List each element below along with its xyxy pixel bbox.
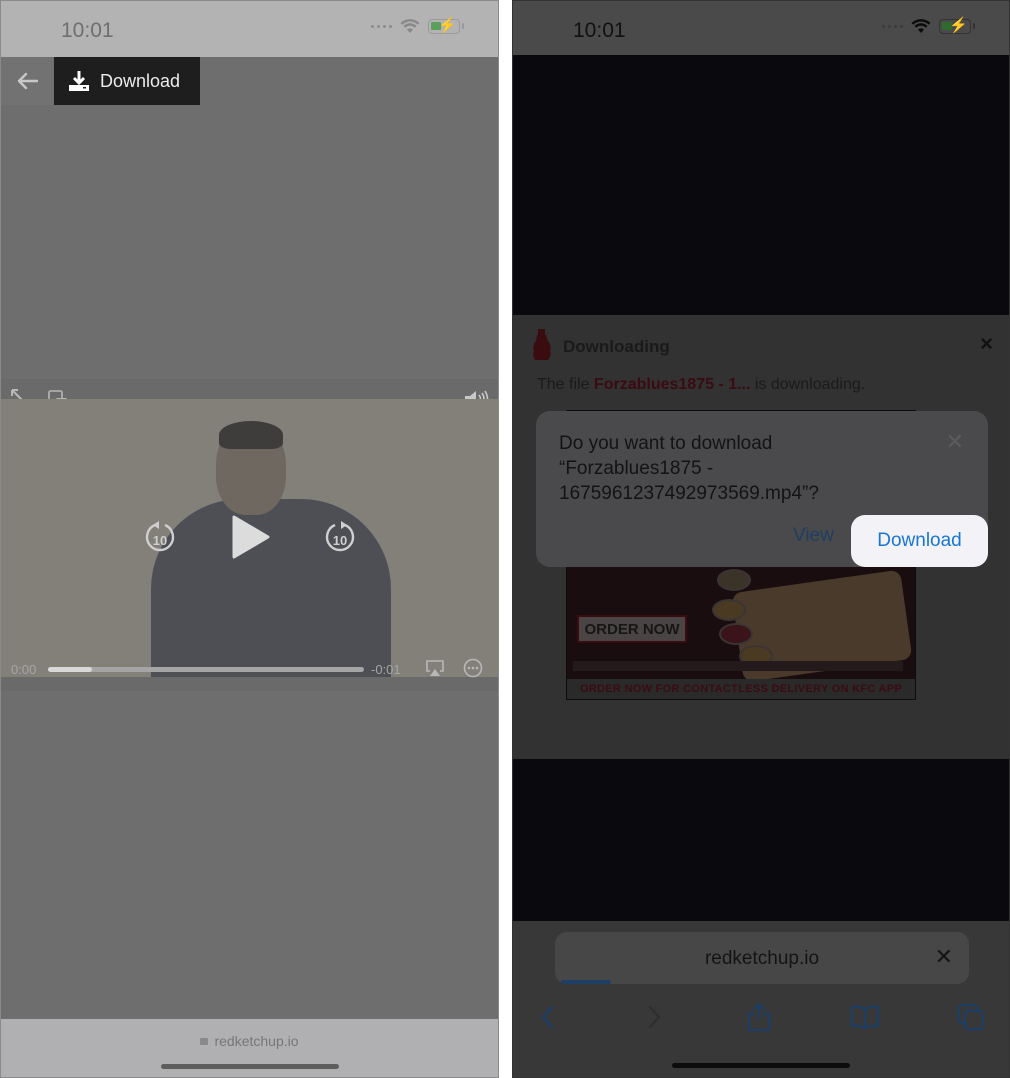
arrow-left-icon (17, 72, 38, 90)
view-button[interactable]: View (793, 525, 834, 547)
wifi-icon (911, 19, 931, 33)
dialog-question-line: “Forzablues1875 - (559, 458, 714, 479)
ad-banner-text: ORDER NOW FOR CONTACTLESS DELIVERY ON KF… (567, 679, 915, 699)
download-tray-icon (69, 71, 89, 91)
safari-address-bar[interactable]: redketchup.io (1, 1019, 498, 1077)
message-filename: Forzablues1875 - 1... (593, 376, 751, 393)
dialog-close-button[interactable]: ✕ (946, 429, 964, 455)
address-url[interactable]: redketchup.io (1, 1033, 498, 1049)
tabs-icon (957, 1003, 985, 1031)
rewind-10-icon: 10 (145, 521, 175, 552)
ketchup-bottle-icon (533, 329, 551, 360)
skip-back-label: 10 (153, 533, 167, 548)
play-icon (232, 515, 270, 559)
status-icons: ⚡ (882, 17, 975, 34)
message-prefix: The file (537, 376, 594, 393)
status-bar: 10:01 ⚡ (513, 1, 1009, 55)
play-button[interactable] (229, 515, 271, 559)
tabs-button[interactable] (953, 999, 989, 1035)
downloading-message: The file Forzablues1875 - 1... is downlo… (537, 376, 865, 394)
airplay-button[interactable] (425, 659, 445, 677)
battery-charging-icon: ⚡ (428, 17, 464, 34)
skip-forward-label: 10 (333, 533, 347, 548)
share-icon (747, 1002, 771, 1032)
address-bar[interactable]: redketchup.io ✕ (555, 932, 969, 984)
page-toolbar: Download (1, 57, 498, 105)
progress-slider[interactable] (48, 667, 364, 672)
status-bar: 10:01 ⚡ (1, 1, 498, 57)
home-indicator[interactable] (672, 1063, 850, 1068)
forward-button[interactable] (637, 999, 673, 1035)
lock-icon (200, 1038, 209, 1045)
url-text[interactable]: redketchup.io (555, 948, 969, 970)
chevron-left-icon (541, 1005, 554, 1029)
downloading-title: Downloading (563, 337, 670, 356)
cellular-signal-icon (371, 25, 392, 28)
more-ellipsis-icon (463, 658, 483, 678)
video-scrubber-row: 0:00 -0:01 (1, 658, 498, 679)
status-icons: ⚡ (371, 17, 464, 34)
download-button[interactable]: Download (54, 57, 200, 105)
ad-disclaimer (573, 661, 903, 671)
right-phone-screen: 10:01 ⚡ Downloading × The file Forzablue… (512, 0, 1010, 1078)
airplay-icon (426, 660, 444, 676)
remaining-time: -0:01 (371, 662, 401, 677)
home-indicator[interactable] (160, 1064, 339, 1069)
page-load-progress (561, 980, 611, 984)
forward-10-icon: 10 (325, 521, 355, 552)
ad-dip-1 (717, 569, 751, 591)
download-button-label: Download (100, 70, 181, 91)
chevron-right-icon (648, 1005, 661, 1029)
more-options-button[interactable] (463, 658, 483, 678)
safari-bottom-toolbar: redketchup.io ✕ (513, 921, 1009, 1077)
download-confirm-dialog: Do you want to download “Forzablues1875 … (536, 411, 988, 567)
elapsed-time: 0:00 (11, 662, 37, 677)
confirm-download-button[interactable]: Download (851, 515, 988, 567)
skip-forward-button[interactable]: 10 (323, 519, 357, 555)
status-time: 10:01 (573, 19, 626, 42)
ad-dip-3 (719, 623, 753, 645)
video-person-hair (219, 421, 283, 449)
dialog-question-line: 1675961237492973569.mp4”? (559, 483, 819, 504)
message-suffix: is downloading. (750, 376, 866, 393)
bookmarks-button[interactable] (847, 999, 883, 1035)
back-button[interactable] (1, 57, 53, 105)
left-phone-screen: 10:01 ⚡ Download 10 10 0:00 -0:01 redket… (0, 0, 499, 1078)
video-player[interactable]: 10 10 0:00 -0:01 (1, 379, 498, 691)
status-time: 10:01 (61, 19, 114, 42)
ad-dip-2 (712, 599, 746, 621)
battery-charging-icon: ⚡ (939, 17, 975, 34)
wifi-icon (400, 19, 420, 33)
panel-close-button[interactable]: × (980, 331, 993, 357)
url-text: redketchup.io (214, 1033, 299, 1049)
video-frame[interactable]: 10 10 (1, 399, 498, 677)
skip-back-button[interactable]: 10 (143, 519, 177, 555)
dialog-question: Do you want to download “Forzablues1875 … (559, 431, 919, 506)
navigation-bar (513, 993, 1009, 1037)
cellular-signal-icon (882, 25, 903, 28)
dialog-question-line: Do you want to download (559, 433, 773, 454)
back-button[interactable] (529, 999, 565, 1035)
share-button[interactable] (741, 999, 777, 1035)
progress-fill (48, 667, 93, 672)
stop-loading-button[interactable]: ✕ (935, 944, 953, 970)
ad-order-now-button[interactable]: ORDER NOW (577, 615, 687, 643)
book-icon (850, 1005, 880, 1029)
